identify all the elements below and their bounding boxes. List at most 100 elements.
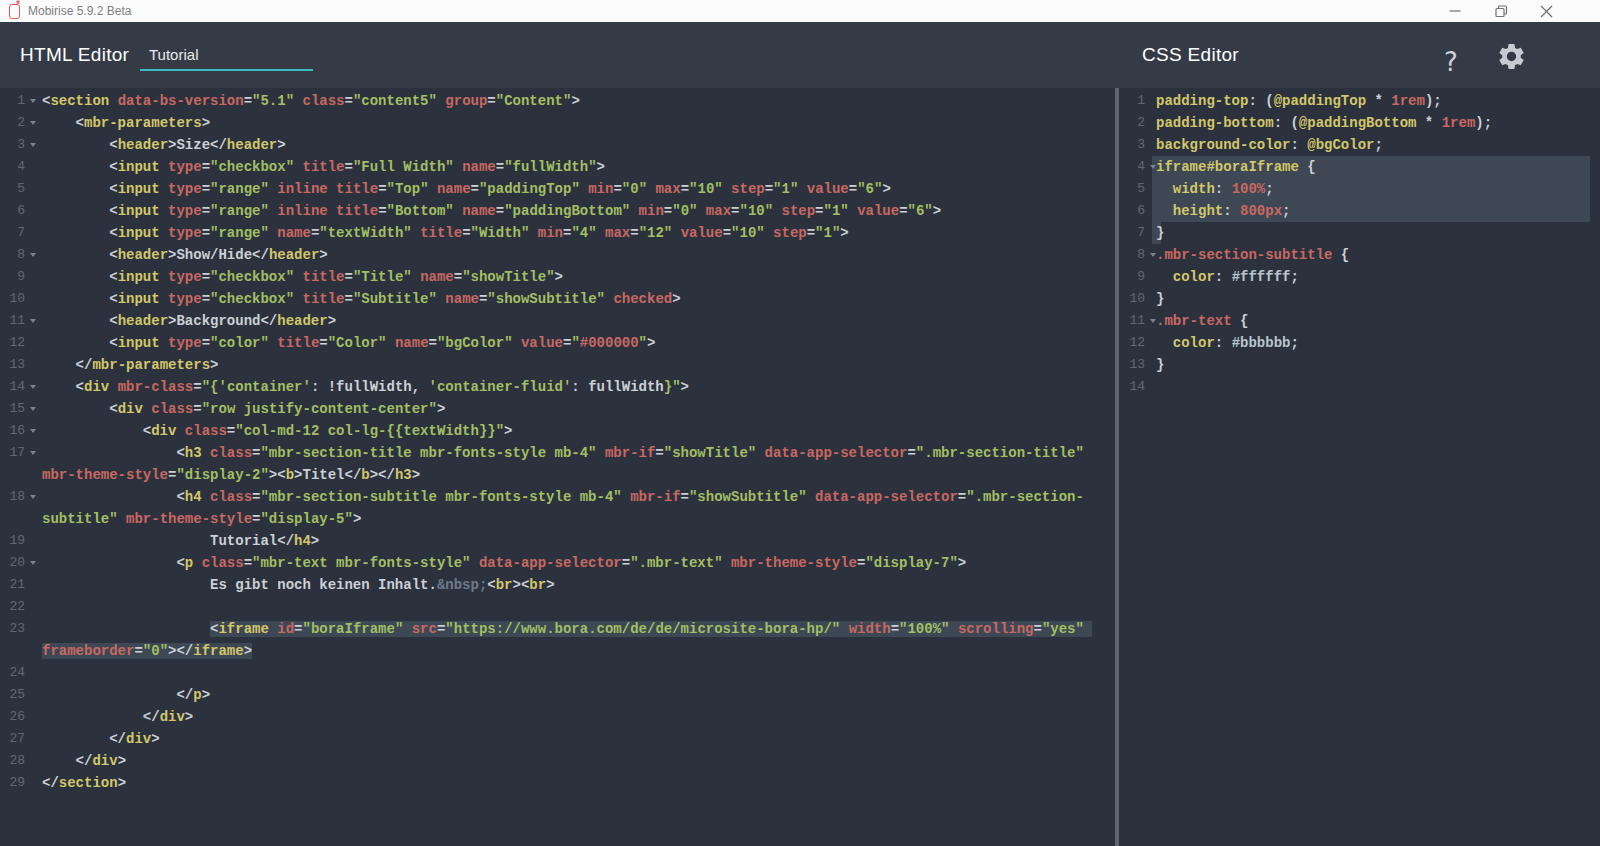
code-line[interactable]: 8.mbr-section-subtitle { (1119, 244, 1600, 266)
code-line[interactable]: 14 (1119, 376, 1600, 398)
fold-arrow-icon[interactable] (30, 561, 36, 565)
line-number: 18 (0, 486, 25, 508)
line-number: 19 (0, 530, 25, 552)
fold-arrow-icon[interactable] (30, 319, 36, 323)
code-line[interactable]: 27 </div> (0, 728, 1115, 750)
line-number: 1 (1119, 90, 1145, 112)
code-line[interactable]: 5 <input type="range" inline title="Top"… (0, 178, 1115, 200)
code-text: <mbr-parameters> (42, 112, 210, 134)
line-number: 1 (0, 90, 25, 112)
close-button[interactable] (1531, 0, 1561, 22)
code-line[interactable]: 18 <h4 class="mbr-section-subtitle mbr-f… (0, 486, 1115, 508)
fold-arrow-icon[interactable] (30, 451, 36, 455)
code-text: </section> (42, 772, 126, 794)
code-text: <input type="checkbox" title="Full Width… (42, 156, 605, 178)
code-line[interactable]: 19 Tutorial</h4> (0, 530, 1115, 552)
code-line[interactable]: 1<section data-bs-version="5.1" class="c… (0, 90, 1115, 112)
code-line[interactable]: 2 padding-bottom: (@paddingBottom * 1rem)… (1119, 112, 1600, 134)
code-line[interactable]: 15 <div class="row justify-content-cente… (0, 398, 1115, 420)
line-number: 10 (1119, 288, 1145, 310)
restore-button[interactable] (1486, 0, 1516, 22)
line-number: 12 (1119, 332, 1145, 354)
fold-arrow-icon[interactable] (30, 495, 36, 499)
code-text: mbr-theme-style="display-2"><b>Titel</b>… (42, 464, 420, 486)
code-text: <div class="col-md-12 col-lg-{{textWidth… (42, 420, 513, 442)
help-icon[interactable]: ? (1444, 47, 1458, 77)
code-line[interactable]: 4iframe#boraIframe { (1119, 156, 1600, 178)
code-line[interactable]: 12 color: #bbbbbb; (1119, 332, 1600, 354)
code-line[interactable]: 5 width: 100%; (1119, 178, 1600, 200)
fold-arrow-icon[interactable] (30, 99, 36, 103)
code-line[interactable]: 6 <input type="range" inline title="Bott… (0, 200, 1115, 222)
code-line[interactable]: 11 <header>Background</header> (0, 310, 1115, 332)
code-line[interactable]: 3 <header>Size</header> (0, 134, 1115, 156)
code-line[interactable]: 10} (1119, 288, 1600, 310)
line-number: 2 (0, 112, 25, 134)
code-line[interactable]: 21 Es gibt noch keinen Inhalt.&nbsp;<br>… (0, 574, 1115, 596)
code-line[interactable]: 8 <header>Show/Hide</header> (0, 244, 1115, 266)
fold-arrow-icon[interactable] (30, 429, 36, 433)
gear-icon[interactable] (1496, 41, 1527, 76)
code-line[interactable]: 13 </mbr-parameters> (0, 354, 1115, 376)
code-text: iframe#boraIframe { (1156, 156, 1316, 178)
code-text: <input type="checkbox" title="Title" nam… (42, 266, 563, 288)
code-line[interactable]: 28 </div> (0, 750, 1115, 772)
code-line[interactable]: 25 </p> (0, 684, 1115, 706)
code-text: <h4 class="mbr-section-subtitle mbr-font… (42, 486, 1084, 508)
tab-tutorial[interactable]: Tutorial (140, 22, 313, 71)
css-code-editor[interactable]: 1padding-top: (@paddingTop * 1rem);2 padd… (1119, 88, 1600, 846)
code-line[interactable]: 23 <iframe id="boraIframe" src="https://… (0, 618, 1115, 640)
code-text: padding-bottom: (@paddingBottom * 1rem); (1156, 112, 1492, 134)
code-line[interactable]: 14 <div mbr-class="{'container': !fullWi… (0, 376, 1115, 398)
code-line[interactable]: frameborder="0"></iframe> (0, 640, 1115, 662)
code-line[interactable]: 12 <input type="color" title="Color" nam… (0, 332, 1115, 354)
minimize-button[interactable] (1440, 0, 1470, 22)
code-text: Tutorial</h4> (42, 530, 319, 552)
code-line[interactable]: 26 </div> (0, 706, 1115, 728)
html-code-editor[interactable]: 1<section data-bs-version="5.1" class="c… (0, 88, 1115, 846)
code-line[interactable]: 11.mbr-text { (1119, 310, 1600, 332)
line-number: 15 (0, 398, 25, 420)
fold-arrow-icon[interactable] (30, 143, 36, 147)
code-text: <div class="row justify-content-center"> (42, 398, 445, 420)
code-text: </div> (42, 706, 193, 728)
code-line[interactable]: 16 <div class="col-md-12 col-lg-{{textWi… (0, 420, 1115, 442)
line-number: 21 (0, 574, 25, 596)
code-line[interactable]: 17 <h3 class="mbr-section-title mbr-font… (0, 442, 1115, 464)
fold-arrow-icon[interactable] (30, 385, 36, 389)
code-line[interactable]: 22 (0, 596, 1115, 618)
code-line[interactable]: 9 <input type="checkbox" title="Title" n… (0, 266, 1115, 288)
code-line[interactable]: 24 (0, 662, 1115, 684)
code-line[interactable]: 13} (1119, 354, 1600, 376)
line-number: 2 (1119, 112, 1145, 134)
line-number: 17 (0, 442, 25, 464)
code-line[interactable]: 7} (1119, 222, 1600, 244)
line-number: 8 (1119, 244, 1145, 266)
fold-arrow-icon[interactable] (30, 253, 36, 257)
code-text: frameborder="0"></iframe> (42, 640, 252, 662)
code-line[interactable]: 20 <p class="mbr-text mbr-fonts-style" d… (0, 552, 1115, 574)
code-line[interactable]: 4 <input type="checkbox" title="Full Wid… (0, 156, 1115, 178)
tab-tutorial-label: Tutorial (149, 46, 198, 63)
app-icon-spark: * (16, 0, 20, 10)
code-line[interactable]: 1padding-top: (@paddingTop * 1rem); (1119, 90, 1600, 112)
code-text: <iframe id="boraIframe" src="https://www… (42, 618, 1092, 640)
header-bar: HTML Editor Tutorial CSS Editor ? (0, 22, 1600, 88)
line-number: 24 (0, 662, 25, 684)
code-line[interactable]: subtitle" mbr-theme-style="display-5"> (0, 508, 1115, 530)
code-line[interactable]: 29 </section> (0, 772, 1115, 794)
code-line[interactable]: mbr-theme-style="display-2"><b>Titel</b>… (0, 464, 1115, 486)
fold-arrow-icon[interactable] (30, 121, 36, 125)
line-number: 29 (0, 772, 25, 794)
code-line[interactable]: 2 <mbr-parameters> (0, 112, 1115, 134)
code-line[interactable]: 3background-color: @bgColor; (1119, 134, 1600, 156)
code-line[interactable]: 10 <input type="checkbox" title="Subtitl… (0, 288, 1115, 310)
line-number: 5 (0, 178, 25, 200)
fold-arrow-icon[interactable] (30, 407, 36, 411)
code-line[interactable]: 6 height: 800px; (1119, 200, 1600, 222)
code-text: color: #ffffff; (1156, 266, 1299, 288)
line-number: 28 (0, 750, 25, 772)
code-line[interactable]: 9 color: #ffffff; (1119, 266, 1600, 288)
code-line[interactable]: 7 <input type="range" name="textWidth" t… (0, 222, 1115, 244)
line-number: 12 (0, 332, 25, 354)
